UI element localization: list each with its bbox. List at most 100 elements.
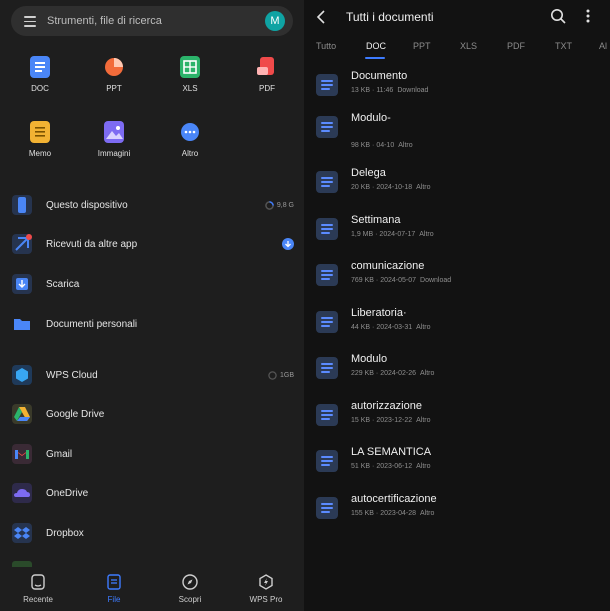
- tab-xls[interactable]: XLS: [460, 41, 477, 51]
- location-downloads[interactable]: Scarica: [12, 273, 294, 295]
- avatar[interactable]: M: [265, 11, 285, 31]
- cloud-dropbox[interactable]: Dropbox: [12, 522, 294, 544]
- tab-all[interactable]: Tutto: [316, 41, 336, 51]
- document-row[interactable]: Liberatoria· 44 KB · 2024-03-31 Altro: [316, 307, 606, 341]
- location-received[interactable]: Ricevuti da altre app: [12, 233, 294, 255]
- document-size: 98 KB: [351, 142, 371, 149]
- document-date: 11:46: [376, 87, 394, 94]
- cloud-label: Google Drive: [46, 408, 105, 420]
- location-personal-docs[interactable]: Documenti personali: [12, 313, 294, 335]
- document-row[interactable]: comunicazione 769 KB · 2024-05-07 Download: [316, 260, 606, 294]
- document-row[interactable]: LA SEMANTICA 51 KB · 2023-06-12 Altro: [316, 446, 606, 480]
- grid-label: Immagini: [97, 149, 131, 158]
- document-row[interactable]: Documento 13 KB · 11:46 Download: [316, 70, 606, 104]
- document-name: Delega: [351, 167, 386, 179]
- grid-more[interactable]: Altro: [160, 121, 220, 158]
- search-bar[interactable]: Strumenti, file di ricerca M: [11, 6, 293, 36]
- document-size: 15 KB: [351, 417, 371, 424]
- document-name: autocertificazione: [351, 493, 437, 505]
- wps-pro-icon: [258, 574, 274, 590]
- dropbox-icon: [12, 523, 32, 543]
- document-size: 1,9 MB: [351, 231, 374, 238]
- file-icon: [106, 574, 122, 590]
- document-date: 2024-05-07: [380, 277, 417, 284]
- document-row[interactable]: Modulo- 98 KB · 04-10 Altro: [316, 112, 606, 149]
- document-meta: 769 KB · 2024-05-07 Download: [351, 277, 451, 284]
- more-icon: [180, 121, 200, 143]
- storage-ring-icon: [268, 370, 277, 380]
- cloud-label: Gmail: [46, 448, 73, 460]
- doc-file-icon: [316, 116, 338, 138]
- ppt-icon: [104, 56, 124, 78]
- location-label: Ricevuti da altre app: [46, 238, 138, 250]
- grid-xls[interactable]: XLS: [160, 56, 220, 93]
- document-meta: 20 KB · 2024-10-18 Altro: [351, 184, 431, 191]
- back-arrow-icon[interactable]: [316, 10, 326, 24]
- storage-ring-icon: [265, 200, 274, 210]
- bottom-nav: Recente File Scopri WPS Pro: [0, 566, 304, 611]
- document-meta: 155 KB · 2023-04-28 Altro: [351, 510, 434, 517]
- grid-ppt[interactable]: PPT: [84, 56, 144, 93]
- document-date: 2023-06-12: [376, 463, 413, 470]
- document-name: Settimana: [351, 214, 401, 226]
- document-size: 155 KB: [351, 510, 374, 517]
- location-this-device[interactable]: Questo dispositivo 9,8 G: [12, 194, 294, 216]
- document-name: LA SEMANTICA: [351, 446, 432, 458]
- nav-recent[interactable]: Recente: [8, 574, 68, 604]
- active-tab-indicator: [365, 57, 385, 59]
- document-size: 44 KB: [351, 324, 371, 331]
- grid-pdf[interactable]: PDF: [237, 56, 297, 93]
- grid-label: DOC: [31, 84, 49, 93]
- grid-doc[interactable]: DOC: [10, 56, 70, 93]
- search-icon[interactable]: [550, 8, 566, 24]
- document-row[interactable]: Settimana 1,9 MB · 2024-07-17 Altro: [316, 214, 606, 248]
- document-size: 13 KB: [351, 87, 371, 94]
- cloud-onedrive[interactable]: OneDrive: [12, 482, 294, 504]
- grid-label: PDF: [259, 84, 275, 93]
- doc-file-icon: [316, 311, 338, 333]
- cloud-google-drive[interactable]: Google Drive: [12, 403, 294, 425]
- google-drive-icon: [12, 404, 32, 424]
- more-vert-icon[interactable]: [584, 8, 592, 24]
- grid-label: XLS: [182, 84, 198, 93]
- doc-file-icon: [316, 357, 338, 379]
- doc-file-icon: [316, 218, 338, 240]
- nav-discover[interactable]: Scopri: [160, 574, 220, 604]
- tab-other[interactable]: Al: [599, 41, 607, 51]
- grid-memo[interactable]: Memo: [10, 121, 70, 158]
- tab-ppt[interactable]: PPT: [413, 41, 431, 51]
- document-row[interactable]: Modulo 229 KB · 2024-02-26 Altro: [316, 353, 606, 387]
- grid-images[interactable]: Immagini: [84, 121, 144, 158]
- cloud-wps[interactable]: WPS Cloud 1GB: [12, 364, 294, 386]
- document-row[interactable]: autorizzazione 15 KB · 2023-12-22 Altro: [316, 400, 606, 434]
- grid-label: Memo: [28, 149, 52, 158]
- cloud-gmail[interactable]: Gmail: [12, 443, 294, 465]
- grid-label: PPT: [106, 84, 122, 93]
- doc-file-icon: [316, 404, 338, 426]
- document-row[interactable]: Delega 20 KB · 2024-10-18 Altro: [316, 167, 606, 201]
- document-row[interactable]: autocertificazione 155 KB · 2023-04-28 Alt…: [316, 493, 606, 527]
- nav-file[interactable]: File: [84, 574, 144, 604]
- documents-pane: Tutti i documenti Tutto DOC PPT XLS PDF …: [304, 0, 610, 611]
- document-date: 2024-02-26: [380, 370, 417, 377]
- phone-icon: [12, 195, 32, 215]
- nav-wps-pro[interactable]: WPS Pro: [236, 574, 296, 604]
- doc-file-icon: [316, 450, 338, 472]
- cloud-label: Dropbox: [46, 527, 84, 539]
- document-source: Altro: [419, 231, 434, 238]
- document-size: 51 KB: [351, 463, 371, 470]
- document-source: Altro: [398, 142, 413, 149]
- document-date: 2023-04-28: [380, 510, 417, 517]
- tab-doc[interactable]: DOC: [366, 41, 386, 51]
- tab-pdf[interactable]: PDF: [507, 41, 525, 51]
- document-date: 2024-10-18: [376, 184, 413, 191]
- menu-icon[interactable]: [24, 16, 38, 27]
- tab-txt[interactable]: TXT: [555, 41, 572, 51]
- cloud-label: OneDrive: [46, 487, 89, 499]
- download-icon: [12, 274, 32, 294]
- location-label: Documenti personali: [46, 318, 138, 330]
- received-badge: [282, 238, 294, 250]
- doc-file-icon: [316, 74, 338, 96]
- document-name: autorizzazione: [351, 400, 422, 412]
- document-meta: 98 KB · 04-10 Altro: [351, 142, 413, 149]
